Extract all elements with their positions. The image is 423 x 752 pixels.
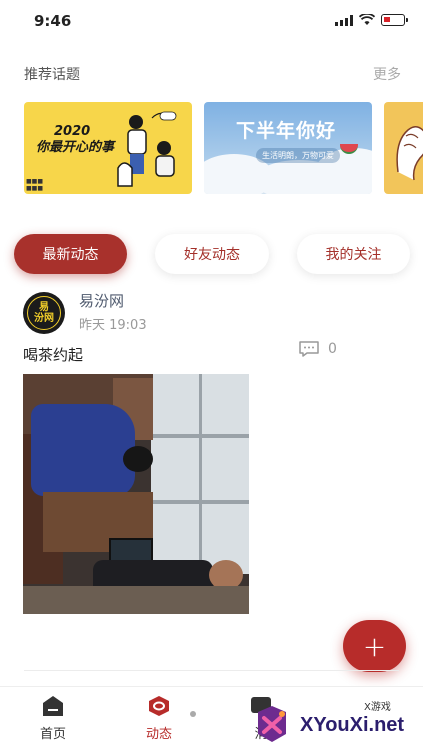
avatar-text: 易 [39,302,49,313]
post-image[interactable] [23,374,249,614]
topic-card-second-half[interactable]: 下半年你好 生活明朗，万物可爱 [204,102,372,194]
comment-icon [299,341,319,357]
topic-card-third[interactable] [384,102,423,194]
status-bar: 9:46 [0,0,423,44]
home-icon [43,696,63,716]
add-post-button[interactable]: + [343,620,406,672]
divider [24,670,399,671]
post-time: 昨天 19:03 [79,318,147,333]
illustration-hand-icon [396,126,423,181]
wifi-icon [359,14,375,25]
topic-card-2020[interactable]: 2020 你最开心的事 ■■■ ■■■ [24,102,192,194]
signal-icon [335,14,353,26]
more-link[interactable]: 更多 [373,64,401,84]
watermark-brand: XYouXi.net [300,714,405,736]
topics-carousel[interactable]: 2020 你最开心的事 ■■■ ■■■ 下半年你好 生活明朗，万物可爱 [24,102,423,194]
post-text: 喝茶约起 [23,346,84,364]
section-title: 推荐话题 [24,67,80,83]
avatar[interactable]: 易 汾网 [23,292,65,334]
illustration-figures-icon [117,111,177,187]
topic-card-subtitle: 生活明朗，万物可爱 [256,148,340,163]
feed-tabs: 最新动态 好友动态 我的关注 [14,234,410,274]
tab-latest[interactable]: 最新动态 [14,234,127,274]
status-icons [335,14,408,26]
avatar-text-2: 汾网 [34,313,54,324]
card-dots-icon: ■■■ ■■■ [26,178,44,192]
nav-dynamics-label: 动态 [145,727,172,742]
watermark-tag: X游戏 [364,702,391,713]
status-time: 9:46 [34,12,72,30]
watermark-logo-icon [258,706,286,742]
tab-following[interactable]: 我的关注 [297,234,410,274]
comment-count: 0 [328,341,337,357]
post-author[interactable]: 易汾网 [79,290,124,311]
topics-header: 推荐话题 更多 [24,64,401,84]
nav-home-label: 首页 [39,727,66,742]
nav-home[interactable]: 首页 [18,695,88,742]
topic-card-title: 下半年你好 [236,120,337,142]
topic-card-text: 2020 你最开心的事 [36,124,115,155]
dynamics-icon [149,696,169,716]
comment-button[interactable]: 0 [298,340,337,358]
tab-friends[interactable]: 好友动态 [155,234,269,274]
notification-dot [190,711,196,717]
nav-dynamics[interactable]: 动态 [124,695,194,742]
battery-icon [381,14,408,26]
watermark: X游戏 XYouXi.net [248,694,423,752]
